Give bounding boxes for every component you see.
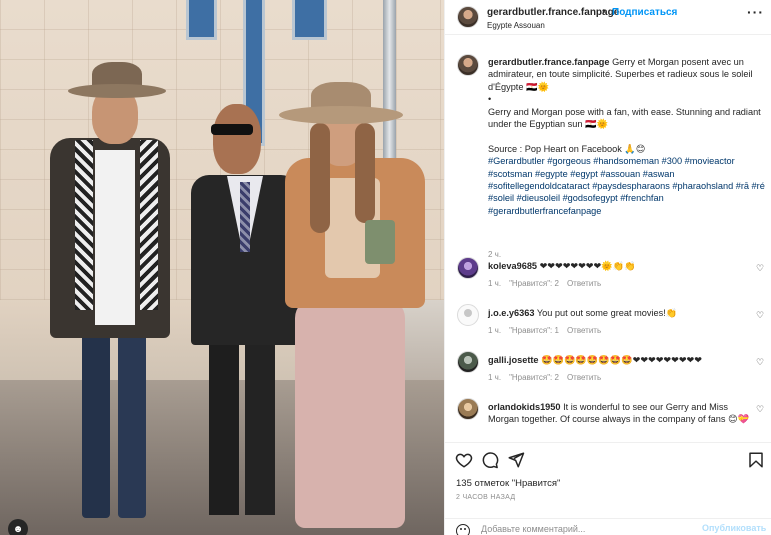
comment-time: 1 ч. [488, 279, 502, 288]
commenter-avatar[interactable] [457, 398, 479, 420]
reply-button[interactable]: Ответить [567, 373, 601, 382]
person-left [40, 58, 190, 528]
more-options-icon[interactable]: ··· [747, 5, 764, 19]
comment-meta: 1 ч. "Нравится": 1 Ответить [488, 326, 609, 335]
post-location[interactable]: Egypte Assouan [487, 21, 545, 30]
caption-en: Gerry and Morgan pose with a fan, with e… [488, 106, 764, 130]
commenter-avatar[interactable] [457, 257, 479, 279]
separator-dot: • [602, 6, 606, 17]
window [186, 0, 217, 40]
caption-username[interactable]: gerardbutler.france.fanpage [488, 57, 610, 67]
tagged-user-icon[interactable]: ☻ [8, 519, 28, 535]
comment-icon[interactable] [481, 451, 499, 469]
commenter-avatar[interactable] [457, 304, 479, 326]
author-avatar[interactable] [457, 54, 479, 76]
post-time: 2 ЧАСОВ НАЗАД [456, 494, 516, 501]
heart-icon[interactable] [455, 451, 473, 469]
comment-text: j.o.e.y6363 You put out some great movie… [488, 307, 758, 319]
post-actions: 135 отметок "Нравится" 2 ЧАСОВ НАЗАД Опу… [445, 442, 771, 535]
post-side-panel: gerardbutler.france.fanpage • Подписатьс… [444, 0, 771, 535]
post-header: gerardbutler.france.fanpage • Подписатьс… [445, 0, 771, 35]
caption-source: Source : Pop Heart on Facebook 🙏😊 [488, 143, 646, 154]
reply-button[interactable]: Ответить [567, 279, 601, 288]
comment-body: 🤩🤩🤩🤩🤩🤩🤩🤩❤❤❤❤❤❤❤❤❤ [541, 355, 702, 365]
comment-time: 1 ч. [488, 326, 502, 335]
emoji-icon[interactable] [456, 524, 470, 535]
commenter-username[interactable]: j.o.e.y6363 [488, 308, 534, 318]
window [292, 0, 327, 40]
save-icon[interactable] [747, 451, 765, 469]
comment-text: koleva9685 ❤❤❤❤❤❤❤❤🌞👏👏 [488, 260, 758, 272]
author-avatar[interactable] [457, 6, 479, 28]
comment-time: 1 ч. [488, 373, 502, 382]
reply-button[interactable]: Ответить [567, 326, 601, 335]
caption-time: 2 ч. [488, 250, 502, 259]
comment-text: galli.josette 🤩🤩🤩🤩🤩🤩🤩🤩❤❤❤❤❤❤❤❤❤ [488, 354, 758, 366]
caption-bullet: • [488, 94, 492, 105]
publish-button[interactable]: Опубликовать [702, 523, 766, 533]
author-username[interactable]: gerardbutler.france.fanpage [487, 7, 619, 18]
commenter-avatar[interactable] [457, 351, 479, 373]
person-right [275, 78, 440, 533]
likes-count[interactable]: 135 отметок "Нравится" [456, 478, 560, 489]
commenter-username[interactable]: galli.josette [488, 355, 539, 365]
comment-like-icon[interactable]: ♡ [756, 310, 764, 321]
post-photo[interactable]: ☻ [0, 0, 444, 535]
follow-button[interactable]: Подписаться [612, 7, 677, 18]
share-icon[interactable] [507, 451, 525, 469]
comment-body: You put out some great movies!👏 [536, 308, 678, 318]
comment-input[interactable] [481, 522, 681, 535]
commenter-username[interactable]: koleva9685 [488, 261, 537, 271]
comment-likes[interactable]: "Нравится": 2 [509, 373, 559, 382]
comments-scroll[interactable]: gerardbutler.france.fanpage Gerry et Mor… [445, 36, 771, 442]
add-comment-bar: Опубликовать [445, 518, 771, 535]
comment-meta: 1 ч. "Нравится": 2 Ответить [488, 279, 609, 288]
caption-text: gerardbutler.france.fanpage Gerry et Mor… [488, 56, 770, 217]
comment-text: orlandokids1950 It is wonderful to see o… [488, 401, 758, 426]
comment-meta: 1 ч. "Нравится": 2 Ответить [488, 373, 609, 382]
comment-like-icon[interactable]: ♡ [756, 404, 764, 415]
comment-likes[interactable]: "Нравится": 1 [509, 326, 559, 335]
caption-hashtags[interactable]: #Gerardbutler #gorgeous #handsomeman #30… [488, 156, 767, 216]
comment-likes[interactable]: "Нравится": 2 [509, 279, 559, 288]
comment-like-icon[interactable]: ♡ [756, 263, 764, 274]
commenter-username[interactable]: orlandokids1950 [488, 402, 561, 412]
comment-body: ❤❤❤❤❤❤❤❤🌞👏👏 [539, 261, 636, 271]
comment-like-icon[interactable]: ♡ [756, 357, 764, 368]
